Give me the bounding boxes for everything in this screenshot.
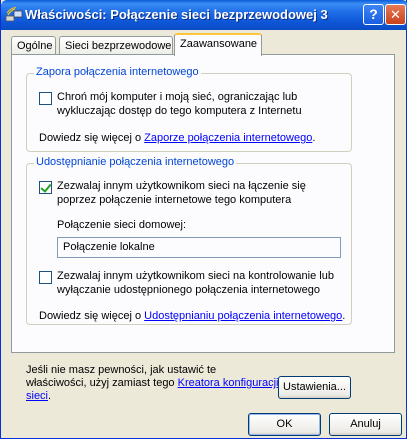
settings-button[interactable]: Ustawienia... xyxy=(278,376,351,399)
close-button[interactable]: ✕ xyxy=(385,4,406,25)
help-text-line2: właściwości, użyj zamiast tego Kreatora … xyxy=(26,377,279,390)
firewall-group-title: Zapora połączenia internetowego xyxy=(34,66,201,78)
wizard-link[interactable]: Kreatora konfiguracji xyxy=(178,377,279,389)
firewall-learn-link[interactable]: Zaporze połączenia internetowego xyxy=(144,132,312,144)
tab-wireless-networks[interactable]: Sieci bezprzewodowe xyxy=(59,36,173,56)
allow-control-label-line2[interactable]: wyłączanie udostępnionego połączenia int… xyxy=(57,284,320,297)
firewall-group: Zapora połączenia internetowego Chroń mó… xyxy=(26,66,352,152)
firewall-checkbox-label-line2[interactable]: wykluczając dostęp do tego komputera z I… xyxy=(57,105,302,118)
allow-sharing-label-line2[interactable]: poprzez połączenie internetowe tego komp… xyxy=(57,194,291,207)
title-bar[interactable]: Właściwości: Połączenie sieci bezprzewod… xyxy=(1,0,407,30)
help-line3-suffix: . xyxy=(48,390,52,402)
help-button[interactable]: ? xyxy=(363,4,384,25)
allow-sharing-checkbox[interactable] xyxy=(39,181,52,194)
wizard-link-continued[interactable]: sieci xyxy=(26,390,48,402)
advanced-tab-panel: Zapora połączenia internetowego Chroń mó… xyxy=(11,54,395,402)
firewall-learn-prefix: Dowiedz się więcej o xyxy=(39,132,145,144)
sharing-learn-prefix: Dowiedz się więcej o xyxy=(39,310,145,322)
sharing-learn-more: Dowiedz się więcej o Udostępnianiu połąc… xyxy=(39,310,345,323)
home-network-field[interactable]: Połączenie lokalne xyxy=(57,237,341,258)
allow-control-checkbox[interactable] xyxy=(39,271,52,284)
firewall-checkbox-label-line1[interactable]: Chroń mój komputer i moją sieć, ogranicz… xyxy=(57,91,297,104)
help-line2-prefix: właściwości, użyj zamiast tego xyxy=(26,377,178,389)
help-text-line1: Jeśli nie masz pewności, jak ustawić te xyxy=(26,364,217,376)
sharing-group: Udostępnianie połączenia internetowego Z… xyxy=(26,156,352,325)
tab-general[interactable]: Ogólne xyxy=(11,36,56,56)
sharing-learn-link[interactable]: Udostępnianiu połączenia internetowego xyxy=(144,310,342,322)
properties-dialog: Właściwości: Połączenie sieci bezprzewod… xyxy=(0,0,407,439)
firewall-learn-more: Dowiedz się więcej o Zaporze połączenia … xyxy=(39,132,315,145)
help-text-line3: sieci. xyxy=(26,390,51,403)
allow-control-label-line1[interactable]: Zezwalaj innym użytkownikom sieci na kon… xyxy=(57,270,334,283)
cancel-button[interactable]: Anuluj xyxy=(329,413,402,436)
firewall-learn-suffix: . xyxy=(312,132,316,144)
window-title: Właściwości: Połączenie sieci bezprzewod… xyxy=(25,7,328,22)
tab-advanced[interactable]: Zaawansowane xyxy=(174,33,262,56)
sharing-learn-suffix: . xyxy=(342,310,346,322)
sharing-group-title: Udostępnianie połączenia internetowego xyxy=(34,156,237,168)
ok-button[interactable]: OK xyxy=(248,413,321,436)
network-connection-icon xyxy=(5,7,23,22)
firewall-checkbox[interactable] xyxy=(39,92,52,105)
home-network-label: Połączenie sieci domowej: xyxy=(57,219,187,231)
allow-sharing-label-line1[interactable]: Zezwalaj innym użytkownikom sieci na łąc… xyxy=(57,180,306,193)
